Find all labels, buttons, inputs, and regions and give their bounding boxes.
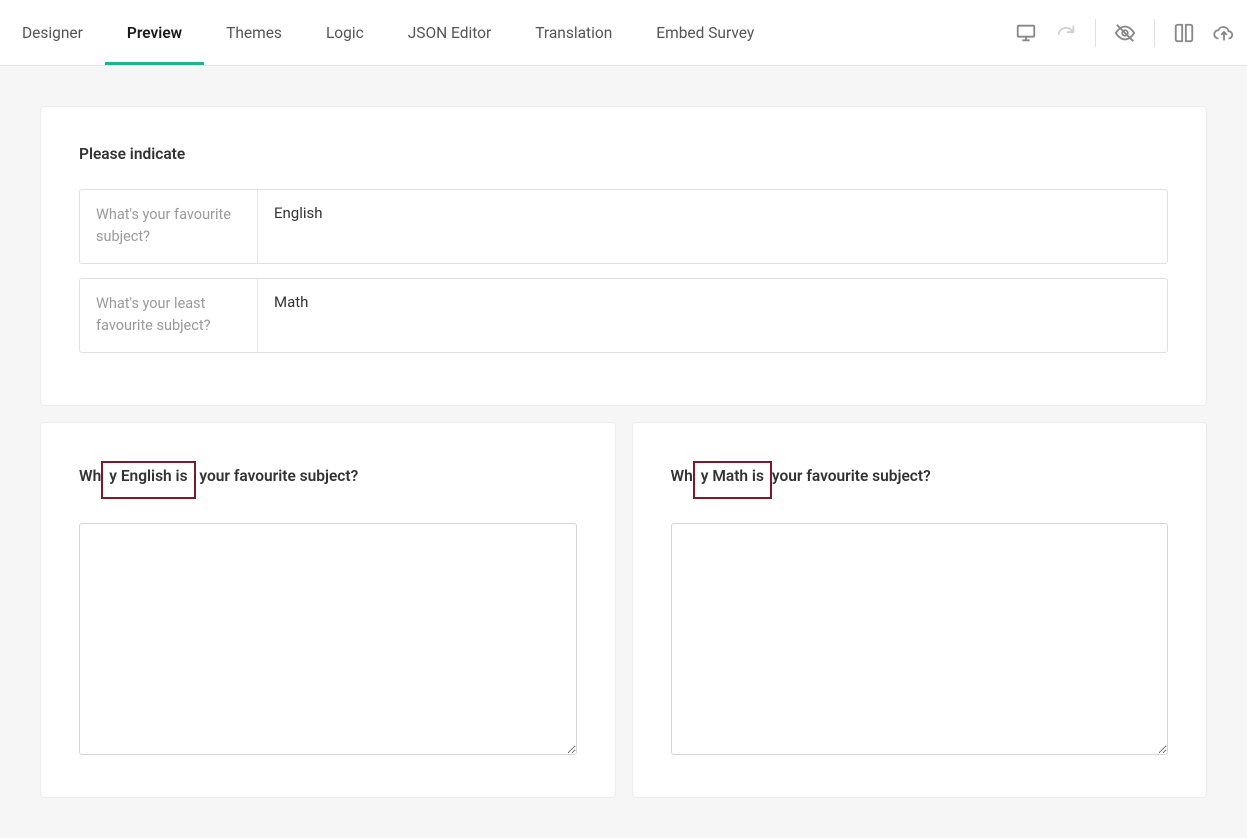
tab-label: Themes	[226, 24, 282, 42]
why-english-textarea[interactable]	[79, 523, 577, 755]
why-highlight: y English is	[101, 461, 195, 499]
question-value[interactable]: English	[258, 190, 1167, 263]
why-suffix: your favourite subject?	[772, 467, 931, 485]
question-label: What's your favourite subject?	[80, 190, 258, 263]
toolbar-right	[1015, 19, 1235, 47]
why-highlight: y Math is	[693, 461, 772, 499]
why-suffix: your favourite subject?	[199, 467, 358, 485]
topbar: Designer Preview Themes Logic JSON Edito…	[0, 0, 1247, 66]
panel-why-english: Why English is your favourite subject?	[40, 422, 616, 798]
tab-label: Translation	[535, 24, 612, 42]
page-canvas: Please indicate What's your favourite su…	[0, 66, 1247, 838]
panel-indicate: Please indicate What's your favourite su…	[40, 106, 1207, 406]
tabs: Designer Preview Themes Logic JSON Edito…	[0, 0, 776, 65]
why-prefix: Wh	[671, 467, 693, 485]
question-label: What's your least favourite subject?	[80, 279, 258, 352]
tab-embed-survey[interactable]: Embed Survey	[634, 0, 776, 65]
panel-why-math: Why Math is your favourite subject?	[632, 422, 1208, 798]
question-value[interactable]: Math	[258, 279, 1167, 352]
why-math-textarea[interactable]	[671, 523, 1169, 755]
device-desktop-icon[interactable]	[1015, 22, 1037, 44]
question-favourite-row: What's your favourite subject? English	[79, 189, 1168, 264]
tab-label: JSON Editor	[408, 24, 492, 42]
tab-label: Designer	[22, 24, 83, 42]
why-title: Why English is your favourite subject?	[79, 461, 577, 499]
toolbar-divider	[1154, 19, 1155, 47]
tab-logic[interactable]: Logic	[304, 0, 386, 65]
eye-off-icon[interactable]	[1114, 22, 1136, 44]
tab-json-editor[interactable]: JSON Editor	[386, 0, 514, 65]
question-least-favourite-row: What's your least favourite subject? Mat…	[79, 278, 1168, 353]
tab-label: Logic	[326, 24, 364, 42]
tab-label: Preview	[127, 24, 182, 42]
why-prefix: Wh	[79, 467, 101, 485]
cloud-upload-icon[interactable]	[1213, 22, 1235, 44]
tab-themes[interactable]: Themes	[204, 0, 304, 65]
book-icon[interactable]	[1173, 22, 1195, 44]
panel-title: Please indicate	[79, 145, 1168, 163]
why-title: Why Math is your favourite subject?	[671, 461, 1169, 499]
tab-label: Embed Survey	[656, 24, 754, 42]
tab-designer[interactable]: Designer	[0, 0, 105, 65]
tab-translation[interactable]: Translation	[513, 0, 634, 65]
tab-preview[interactable]: Preview	[105, 0, 204, 65]
redo-icon	[1055, 22, 1077, 44]
toolbar-divider	[1095, 19, 1096, 47]
